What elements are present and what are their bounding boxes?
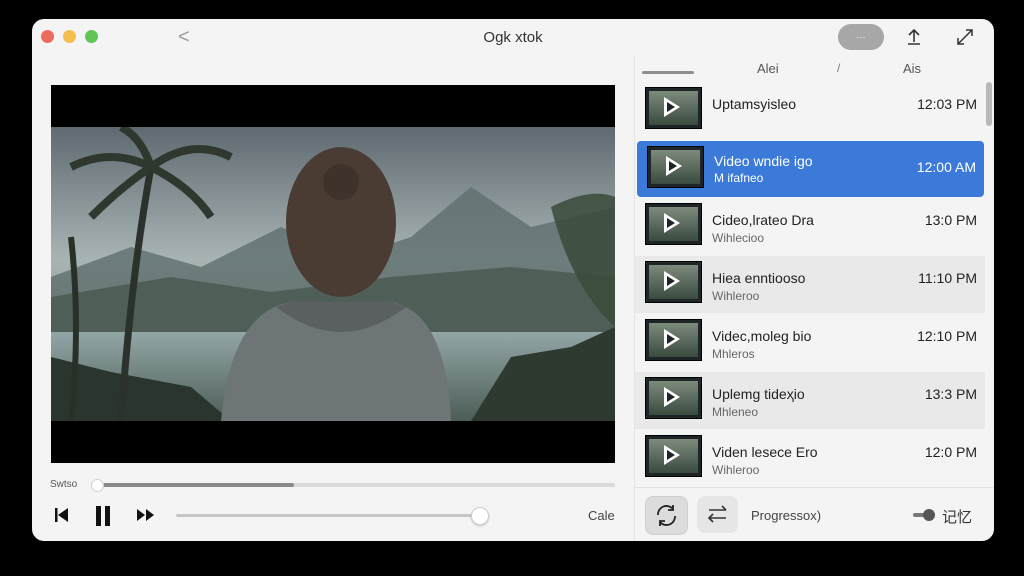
swap-button[interactable] (697, 496, 738, 533)
expand-icon[interactable] (956, 28, 974, 46)
item-time: 12:00 AM (916, 159, 976, 175)
app-window: < Ogk xtok ··· Swtso Cale Alei / Ais Upt… (32, 19, 994, 541)
list-item[interactable]: Viden lesece Ero Wihleroo 12:0 PM (635, 430, 985, 487)
list-scrollbar[interactable] (985, 82, 993, 487)
item-time: 12:03 PM (917, 96, 977, 112)
play-icon-inner (669, 161, 677, 171)
play-icon-inner (667, 334, 675, 344)
item-time: 13:3 PM (924, 386, 977, 402)
list-item[interactable]: Video wndie igo M ifafneo 12:00 AM (637, 141, 984, 197)
play-icon-inner (667, 218, 675, 228)
swap-icon (707, 505, 727, 523)
scrub-progress-fill (97, 483, 294, 487)
item-time: 11:10 PM (918, 270, 977, 286)
item-subtitle: Mhleneo (712, 405, 759, 419)
video-thumbnail (645, 261, 702, 303)
video-thumbnail (645, 203, 702, 245)
playlist-sidebar: Alei / Ais Uptamsyisleo 12:03 PM Video wnd… (634, 57, 994, 541)
list-item[interactable]: Uptamsyisleo 12:03 PM (635, 82, 985, 139)
item-title: Video wndie igo (714, 153, 813, 169)
volume-slider[interactable] (176, 507, 489, 525)
progress-label: Progressox) (751, 508, 822, 523)
item-subtitle: M ifafneo (714, 171, 764, 185)
item-title: Viden lesece Ero (712, 444, 818, 460)
item-subtitle: Wihleroo (712, 289, 760, 303)
memory-toggle[interactable] (913, 509, 935, 521)
sync-button[interactable] (645, 496, 688, 535)
item-title: Videc,moleg bio (712, 328, 812, 344)
item-title: Hiea enntiooso (712, 270, 806, 286)
scrub-handle[interactable] (91, 479, 104, 492)
pause-icon[interactable] (94, 505, 112, 527)
video-thumbnail (645, 319, 702, 361)
title-bar: < Ogk xtok ··· (32, 19, 994, 59)
video-thumbnail (645, 435, 702, 477)
scrub-bar[interactable] (91, 479, 615, 492)
play-icon-inner (667, 102, 675, 112)
video-player[interactable] (51, 85, 615, 463)
play-icon-inner (667, 392, 675, 402)
column-header-1[interactable]: Alei (757, 61, 779, 76)
item-title: Uptamsyisleo (712, 96, 797, 112)
scrollbar-thumb[interactable] (986, 82, 992, 126)
item-subtitle: Mhleros (712, 347, 755, 361)
previous-icon[interactable] (53, 505, 71, 525)
item-time: 13:0 PM (924, 212, 977, 228)
toggle-knob (923, 509, 935, 521)
options-pill-button[interactable]: ··· (838, 24, 884, 50)
item-title: Cideo,lrateo Dra (712, 212, 814, 228)
item-subtitle: Wihleroo (712, 463, 760, 477)
memory-toggle-label: 记忆 (942, 509, 973, 526)
column-header-2[interactable]: Ais (903, 61, 921, 76)
video-frame (51, 127, 615, 421)
column-separator: / (837, 61, 841, 75)
next-icon[interactable] (135, 505, 157, 525)
item-title: Uplemg tideҳio (712, 386, 805, 402)
list-item[interactable]: Hiea enntiooso Wihleroo 11:10 PM (635, 256, 985, 313)
player-right-label[interactable]: Cale (588, 508, 615, 523)
video-thumbnail (645, 87, 702, 129)
share-icon[interactable] (905, 28, 923, 46)
scrub-label: Swtso (50, 479, 78, 490)
video-thumbnail (647, 146, 704, 188)
item-time: 12:10 PM (917, 328, 977, 344)
sidebar-footer: Progressox) 记忆 (635, 487, 994, 541)
play-icon-inner (667, 276, 675, 286)
play-icon-inner (667, 450, 675, 460)
list-item[interactable]: Cideo,lrateo Dra Wihlecioo 13:0 PM (635, 198, 985, 255)
column-indicator (642, 71, 694, 74)
item-subtitle: Wihlecioo (712, 231, 765, 245)
sync-icon (657, 505, 676, 526)
item-time: 12:0 PM (924, 444, 977, 460)
volume-handle[interactable] (470, 507, 489, 525)
video-thumbnail (645, 377, 702, 419)
list-item[interactable]: Uplemg tideҳio Mhleneo 13:3 PM (635, 372, 985, 429)
list-item[interactable]: Videc,moleg bio Mhleros 12:10 PM (635, 314, 985, 371)
